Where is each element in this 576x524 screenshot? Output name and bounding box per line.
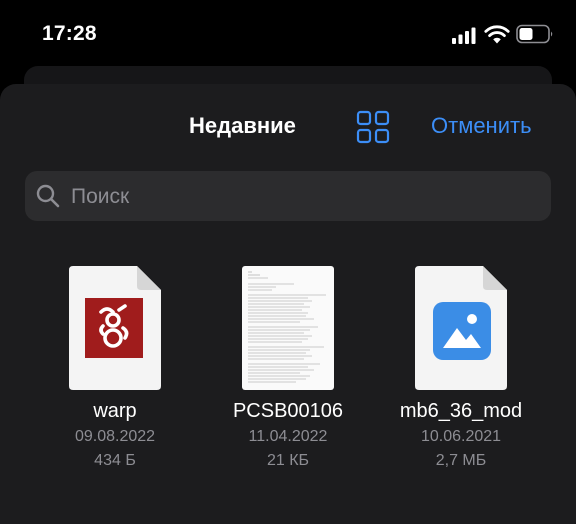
file-date: 10.06.2021	[420, 428, 502, 445]
status-bar: 17:28	[0, 0, 576, 68]
cellular-signal-icon	[452, 27, 476, 44]
file-item-pcsb00106[interactable]: PCSB00106 11.04.2022 21 КБ	[203, 262, 373, 470]
file-item-mb6-36-mod[interactable]: mb6_36_mod 10.06.2021 2,7 МБ	[376, 262, 546, 470]
page-title: Недавние	[189, 113, 296, 138]
file-name: PCSB00106	[232, 400, 344, 422]
file-date: 09.08.2022	[74, 428, 156, 445]
cancel-button[interactable]: Отменить	[431, 113, 532, 139]
wifi-icon	[484, 25, 510, 44]
file-size: 434 Б	[94, 452, 136, 469]
file-name: mb6_36_mod	[399, 400, 523, 422]
grid-view-icon[interactable]	[356, 110, 390, 144]
image-file-thumbnail	[415, 266, 507, 390]
search-bar[interactable]	[25, 171, 551, 221]
search-input[interactable]	[69, 181, 533, 213]
file-name: warp	[93, 400, 137, 422]
file-size: 2,7 МБ	[435, 452, 487, 469]
text-document-thumbnail	[242, 266, 334, 390]
status-time: 17:28	[42, 22, 97, 45]
file-item-warp[interactable]: warp 09.08.2022 434 Б	[30, 262, 200, 470]
file-date: 11.04.2022	[248, 428, 328, 445]
file-size: 21 КБ	[266, 452, 310, 469]
archive-file-thumbnail	[69, 266, 161, 390]
battery-icon	[516, 24, 553, 44]
search-icon	[36, 184, 60, 208]
